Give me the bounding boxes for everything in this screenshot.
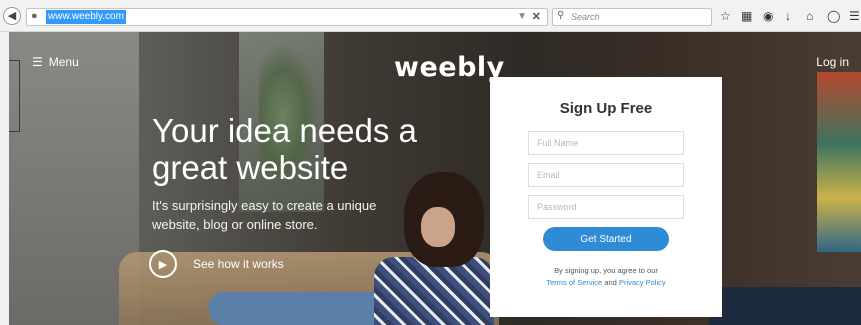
- terms-and: and: [604, 278, 617, 287]
- hero-floor: [709, 287, 861, 325]
- signup-form: Sign Up Free Get Started By signing up, …: [490, 77, 722, 317]
- site-identity-icon[interactable]: ●: [31, 11, 42, 22]
- hero-headline: Your idea needs a great website: [152, 112, 417, 186]
- pocket-icon[interactable]: ◉: [763, 9, 773, 23]
- video-label[interactable]: See how it works: [193, 257, 284, 271]
- full-name-field[interactable]: [528, 131, 684, 155]
- login-link[interactable]: Log in: [816, 55, 849, 69]
- hero-painting: [817, 72, 861, 252]
- search-bar[interactable]: ⚲ Search: [552, 8, 712, 26]
- get-started-button[interactable]: Get Started: [543, 227, 669, 251]
- url-bar[interactable]: ● www.weebly.com ▼ ✕: [26, 8, 548, 26]
- privacy-policy-link[interactable]: Privacy Policy: [619, 278, 666, 287]
- terms-prefix: By signing up, you agree to our: [554, 266, 658, 275]
- search-placeholder: Search: [571, 12, 600, 22]
- password-field[interactable]: [528, 195, 684, 219]
- reading-list-icon[interactable]: ▦: [741, 9, 752, 23]
- star-icon[interactable]: ☆: [720, 9, 731, 23]
- play-icon[interactable]: ▶: [149, 250, 177, 278]
- dropmarker-icon[interactable]: ▼: [517, 11, 527, 22]
- hero-person-legs: [209, 292, 399, 325]
- url-text[interactable]: www.weebly.com: [46, 10, 126, 24]
- hero-person-face: [421, 207, 455, 247]
- close-icon[interactable]: ✕: [532, 10, 541, 23]
- search-icon: ⚲: [557, 10, 565, 21]
- hero-section: ☰ Menu weebly Log in Your idea needs a gr…: [9, 32, 861, 325]
- terms-of-service-link[interactable]: Terms of Service: [546, 278, 602, 287]
- terms-text: By signing up, you agree to our Terms of…: [490, 265, 722, 289]
- email-field[interactable]: [528, 163, 684, 187]
- video-link[interactable]: ▶ See how it works: [149, 250, 284, 278]
- hero-frame: [9, 60, 20, 132]
- hamburger-icon: ☰: [32, 55, 43, 69]
- menu-button[interactable]: ☰ Menu: [32, 55, 79, 69]
- hero-subheadline: It's surprisingly easy to create a uniqu…: [152, 198, 377, 232]
- download-icon[interactable]: ↓: [785, 9, 791, 23]
- signup-title: Sign Up Free: [559, 100, 653, 117]
- browser-toolbar: ◀ ● www.weebly.com ▼ ✕ ⚲ Search ☆ ▦ ◉ ↓ …: [0, 0, 861, 32]
- sync-icon[interactable]: ◯: [827, 9, 840, 23]
- back-icon[interactable]: ◀: [3, 7, 21, 25]
- weebly-logo[interactable]: weebly: [394, 52, 505, 83]
- home-icon[interactable]: ⌂: [806, 9, 813, 23]
- menu-label: Menu: [48, 55, 79, 69]
- menu-icon[interactable]: ☰: [849, 9, 860, 23]
- hero-person-shirt: [374, 257, 494, 325]
